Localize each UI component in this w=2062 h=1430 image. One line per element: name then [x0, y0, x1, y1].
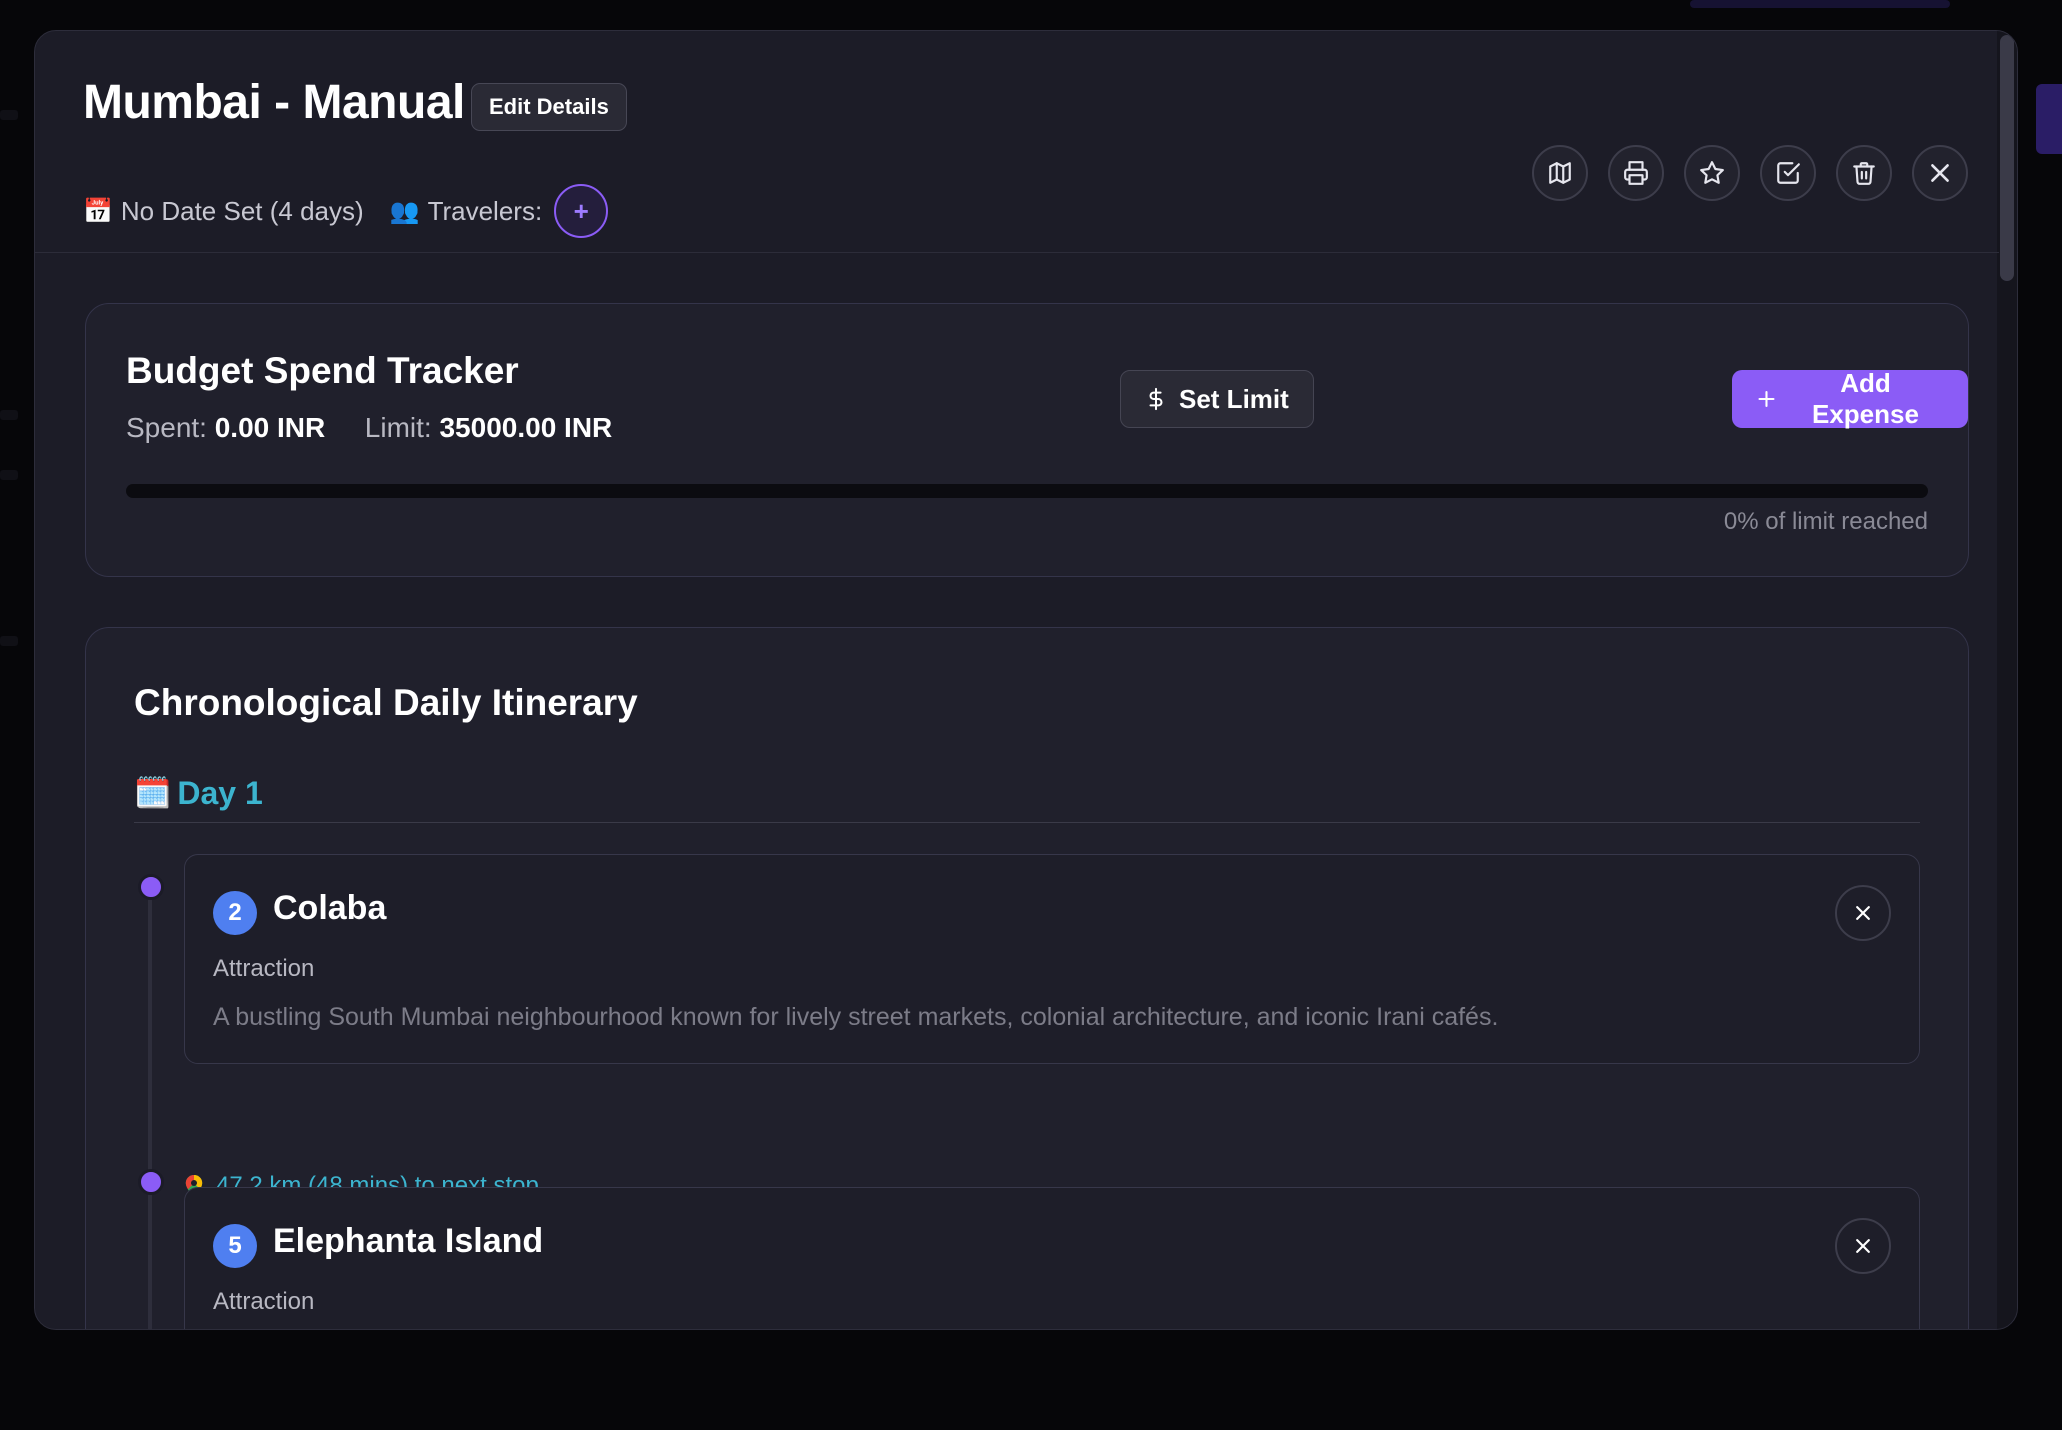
- spent-label: Spent:: [126, 412, 207, 443]
- add-expense-button[interactable]: Add Expense: [1732, 368, 1968, 429]
- map-button[interactable]: [1532, 145, 1588, 201]
- background-ghost: [0, 470, 18, 480]
- background-accent: [2036, 84, 2062, 154]
- trip-details-modal: Mumbai - Manual Edit Details 📅 No Date S…: [34, 30, 2018, 1330]
- day-label: Day 1: [177, 774, 263, 811]
- close-icon: [1856, 906, 1870, 920]
- timeline-line: [148, 888, 152, 1329]
- spent-value: 0.00 INR: [214, 412, 326, 443]
- stop-card[interactable]: 5 Elephanta Island Attraction: [184, 1187, 1920, 1329]
- delete-trip-button[interactable]: [1836, 145, 1892, 201]
- checkbox-icon: [1777, 162, 1800, 184]
- timeline-dot: [138, 874, 164, 900]
- print-button[interactable]: [1608, 145, 1664, 201]
- dollar-icon: [1149, 387, 1163, 411]
- background-glow: [1690, 0, 1950, 8]
- favorite-button[interactable]: [1684, 145, 1740, 201]
- stop-description: A bustling South Mumbai neighbourhood kn…: [213, 1003, 1499, 1031]
- budget-progress-text: 0% of limit reached: [1723, 508, 1928, 535]
- background-ghost: [0, 110, 18, 120]
- stop-number-badge: 5: [213, 1224, 257, 1268]
- edit-details-button[interactable]: Edit Details: [471, 83, 627, 131]
- budget-tracker-card: Budget Spend Tracker Spent: 0.00 INR Lim…: [85, 303, 1969, 577]
- day-header: 🗓️ Day 1: [134, 764, 1920, 823]
- travelers-icon: 👥: [389, 197, 420, 225]
- close-modal-button[interactable]: [1912, 145, 1968, 201]
- close-icon: [1856, 1239, 1870, 1253]
- background-ghost: [0, 636, 18, 646]
- add-traveler-button[interactable]: +: [554, 184, 609, 238]
- modal-header: Mumbai - Manual Edit Details 📅 No Date S…: [35, 31, 1999, 253]
- printer-icon: [1624, 161, 1648, 185]
- calendar-icon: 📅: [83, 197, 113, 225]
- stop-number-badge: 2: [213, 891, 257, 935]
- map-icon: [1549, 162, 1571, 184]
- budget-summary: Spent: 0.00 INR Limit: 35000.00 INR: [126, 412, 612, 444]
- header-actions: [1532, 145, 1968, 201]
- scrollbar[interactable]: [1997, 31, 2017, 1329]
- remove-stop-button[interactable]: [1835, 885, 1891, 941]
- star-icon: [1700, 161, 1724, 184]
- set-limit-button[interactable]: Set Limit: [1120, 370, 1314, 428]
- stop-card[interactable]: 2 Colaba Attraction A bustling South Mum…: [184, 854, 1920, 1064]
- background-ghost: [0, 410, 18, 420]
- budget-progress-bar: [126, 484, 1928, 498]
- limit-label: Limit:: [364, 412, 432, 443]
- trip-meta: 📅 No Date Set (4 days) 👥 Travelers: +: [83, 181, 609, 241]
- add-expense-label: Add Expense: [1812, 368, 1919, 429]
- close-icon: [1931, 164, 1949, 182]
- itinerary-card: Chronological Daily Itinerary 🗓️ Day 1 2…: [85, 627, 1969, 1329]
- stop-name: Colaba: [273, 889, 387, 927]
- trip-date: No Date Set (4 days): [120, 195, 364, 226]
- trip-title: Mumbai - Manual: [83, 76, 465, 129]
- stop-name: Elephanta Island: [273, 1222, 544, 1260]
- limit-value: 35000.00 INR: [439, 412, 613, 443]
- remove-stop-button[interactable]: [1835, 1218, 1891, 1274]
- trash-icon: [1853, 162, 1875, 185]
- plus-icon: [1758, 390, 1775, 408]
- stop-type: Attraction: [213, 1288, 315, 1315]
- set-limit-label: Set Limit: [1179, 383, 1289, 414]
- mark-complete-button[interactable]: [1760, 145, 1816, 201]
- budget-title: Budget Spend Tracker: [126, 350, 519, 391]
- stop-type: Attraction: [213, 955, 315, 982]
- itinerary-title: Chronological Daily Itinerary: [134, 682, 638, 723]
- timeline-dot: [138, 1169, 164, 1195]
- calendar-icon: 🗓️: [134, 775, 172, 811]
- travelers-label: Travelers:: [427, 195, 543, 226]
- scrollbar-thumb[interactable]: [2000, 35, 2014, 281]
